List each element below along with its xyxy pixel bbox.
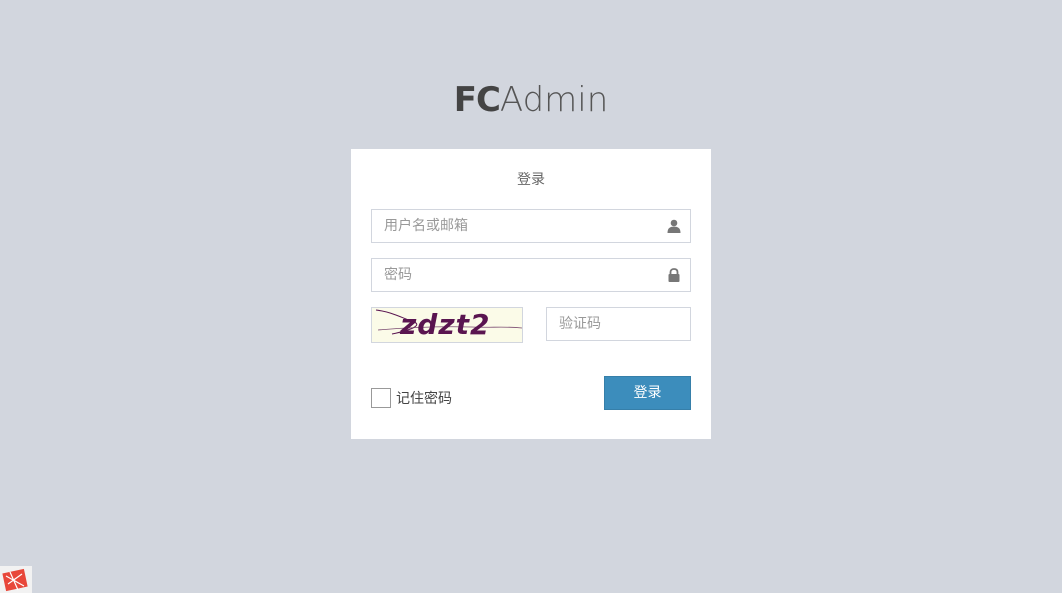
username-field[interactable] bbox=[371, 209, 691, 243]
remember-me[interactable]: 记住密码 bbox=[371, 387, 452, 409]
password-input[interactable] bbox=[372, 259, 676, 291]
app-logo[interactable]: FCAdmin bbox=[0, 78, 1062, 122]
login-button[interactable]: 登录 bbox=[604, 376, 691, 410]
login-page: FCAdmin 登录 zdzt2 bbox=[0, 0, 1062, 593]
user-icon bbox=[667, 219, 681, 233]
password-field[interactable] bbox=[371, 258, 691, 292]
logo-light-text: Admin bbox=[499, 80, 609, 120]
lock-icon bbox=[668, 268, 680, 282]
corner-badge-graphic bbox=[2, 568, 28, 592]
remember-label: 记住密码 bbox=[396, 391, 452, 407]
captcha-field[interactable] bbox=[546, 307, 691, 341]
app-logo-icon[interactable] bbox=[0, 566, 32, 593]
login-box-message: 登录 bbox=[517, 172, 545, 188]
remember-checkbox[interactable] bbox=[371, 388, 391, 408]
login-box: 登录 zdzt2 记住密码 bbox=[351, 149, 711, 439]
captcha-input[interactable] bbox=[547, 308, 691, 340]
username-input[interactable] bbox=[372, 210, 676, 242]
captcha-image[interactable]: zdzt2 bbox=[371, 307, 523, 343]
logo-bold-text: FC bbox=[453, 80, 501, 120]
captcha-text: zdzt2 bbox=[400, 308, 491, 341]
